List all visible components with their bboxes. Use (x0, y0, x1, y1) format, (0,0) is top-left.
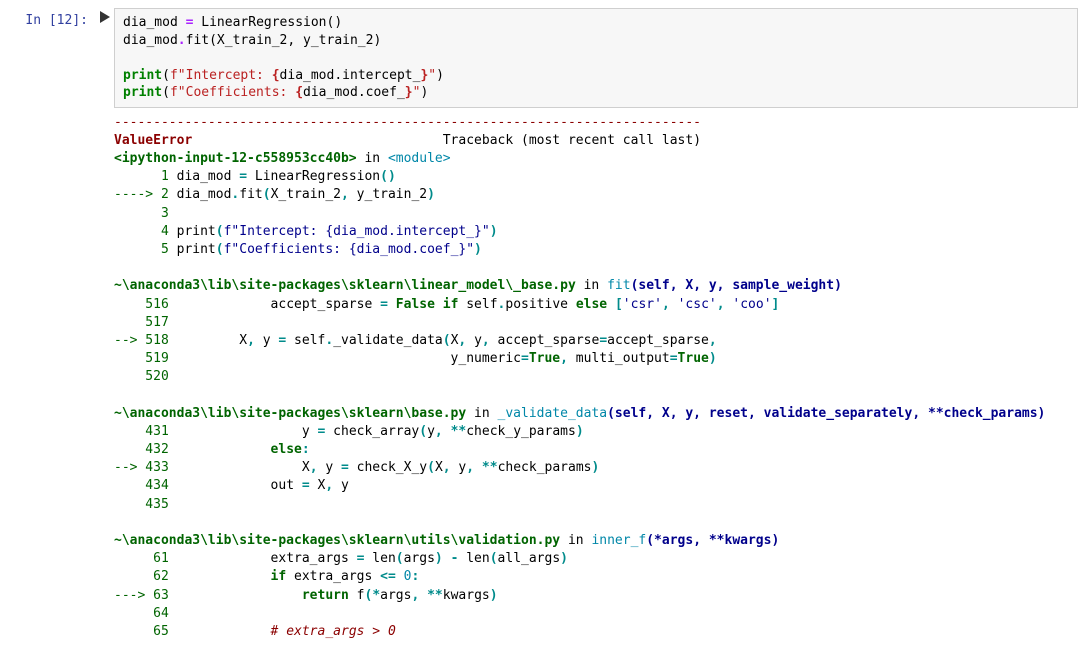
tb-frame-0-file: <ipython-input-12-c558953cc40b> (114, 151, 357, 166)
tb-frame-1-file: ~\anaconda3\lib\site-packages\sklearn\li… (114, 278, 576, 293)
code-line-5: print(f"Coefficients: {dia_mod.coef_}") (123, 85, 428, 100)
run-cell-button[interactable] (96, 8, 114, 108)
cell-output: ----------------------------------------… (8, 114, 1078, 641)
traceback-output: ----------------------------------------… (114, 114, 1078, 641)
code-editor[interactable]: dia_mod = LinearRegression() dia_mod.fit… (114, 8, 1078, 108)
play-icon (100, 11, 110, 26)
tb-frame-2-file: ~\anaconda3\lib\site-packages\sklearn\ba… (114, 406, 466, 421)
jupyter-code-cell: In [12]: dia_mod = LinearRegression() di… (8, 8, 1078, 108)
code-line-1: dia_mod = LinearRegression() (123, 15, 342, 30)
code-line-2: dia_mod.fit(X_train_2, y_train_2) (123, 33, 381, 48)
error-name: ValueError (114, 133, 192, 148)
tb-frame-3-file: ~\anaconda3\lib\site-packages\sklearn\ut… (114, 533, 560, 548)
code-line-4: print(f"Intercept: {dia_mod.intercept_}"… (123, 68, 444, 83)
tb-separator: ----------------------------------------… (114, 115, 701, 130)
tb-recent: Traceback (most recent call last) (192, 133, 701, 148)
input-prompt: In [12]: (8, 8, 96, 108)
output-prompt-spacer (8, 114, 114, 641)
